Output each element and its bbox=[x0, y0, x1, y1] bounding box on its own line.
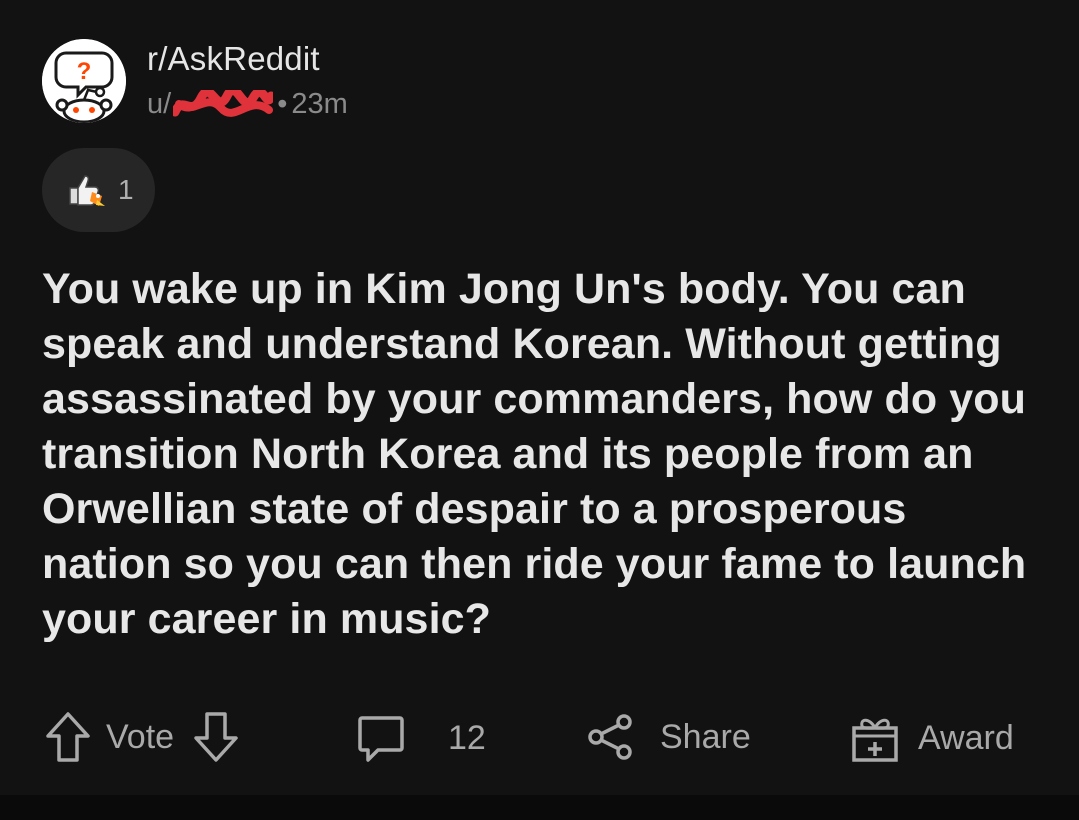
awards-count: 1 bbox=[118, 174, 134, 205]
thumbs-up-rocket-award-icon bbox=[69, 175, 105, 206]
username-prefix[interactable]: u/ bbox=[147, 88, 171, 121]
upvote-arrow-icon[interactable] bbox=[44, 710, 92, 764]
subreddit-name[interactable]: r/AskReddit bbox=[147, 40, 320, 78]
gift-icon bbox=[852, 718, 898, 762]
post-meta: u/ • 23m bbox=[147, 85, 348, 121]
svg-text:?: ? bbox=[77, 58, 92, 85]
downvote-arrow-icon[interactable] bbox=[192, 710, 240, 764]
vote-controls: Vote bbox=[44, 710, 240, 764]
share-button[interactable]: Share bbox=[586, 712, 751, 762]
post-card: ? r/AskReddit u/ • 23m 1 You wake up in … bbox=[0, 0, 1079, 795]
post-time: 23m bbox=[291, 88, 348, 120]
meta-separator: • bbox=[277, 88, 288, 120]
share-label: Share bbox=[660, 717, 751, 756]
post-action-bar: Vote 12 Share Award bbox=[0, 708, 1079, 778]
award-button[interactable]: Award bbox=[850, 712, 1014, 764]
bottom-divider bbox=[0, 795, 1079, 820]
vote-label: Vote bbox=[106, 717, 175, 756]
awards-badge[interactable]: 1 bbox=[42, 148, 155, 232]
post-title[interactable]: You wake up in Kim Jong Un's body. You c… bbox=[42, 262, 1042, 647]
comments-count: 12 bbox=[448, 718, 486, 757]
comments-button[interactable]: 12 bbox=[356, 712, 486, 764]
award-label: Award bbox=[918, 718, 1014, 757]
subreddit-avatar[interactable]: ? bbox=[42, 39, 126, 123]
comment-bubble-icon bbox=[358, 716, 404, 762]
redacted-username-scribble bbox=[170, 85, 276, 120]
share-icon bbox=[588, 714, 632, 760]
askreddit-logo-icon: ? bbox=[42, 39, 126, 123]
